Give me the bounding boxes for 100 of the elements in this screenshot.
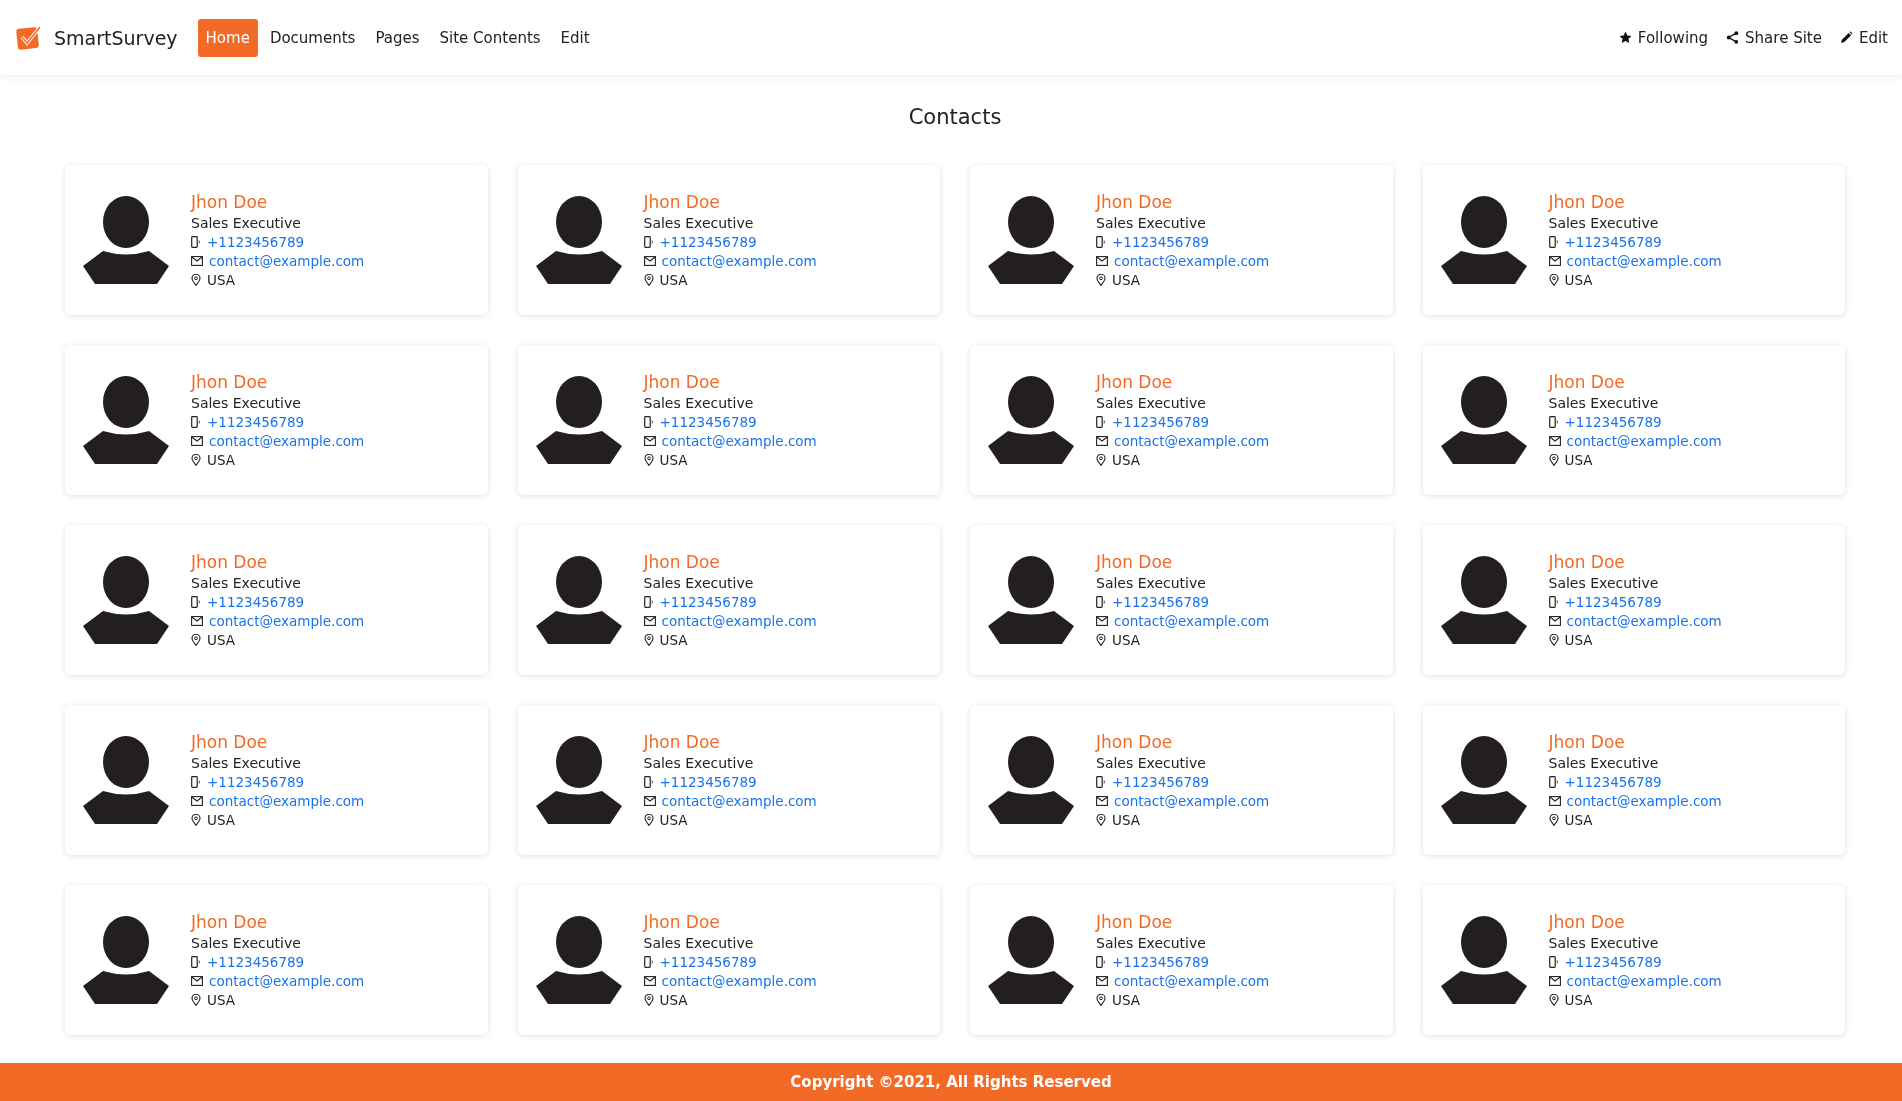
email-link[interactable]: contact@example.com <box>1566 253 1722 269</box>
contact-location: USA <box>1112 812 1140 828</box>
contact-name: Jhon Doe <box>191 372 269 392</box>
location-pin-icon <box>191 814 201 826</box>
mail-icon <box>1548 256 1561 266</box>
phone-icon <box>1548 236 1559 248</box>
location-pin-icon <box>191 454 201 466</box>
person-silhouette-icon <box>535 196 622 284</box>
contact-name: Jhon Doe <box>1548 192 1626 212</box>
email-link[interactable]: contact@example.com <box>209 793 365 809</box>
contact-name: Jhon Doe <box>1548 732 1626 752</box>
contact-role: Sales Executive <box>191 215 302 231</box>
phone-link[interactable]: +1123456789 <box>207 234 305 250</box>
contact-location: USA <box>207 812 235 828</box>
contact-location: USA <box>659 452 688 468</box>
phone-link[interactable]: +1123456789 <box>1564 774 1662 790</box>
logo-icon <box>16 24 44 51</box>
email-link[interactable]: contact@example.com <box>1114 433 1270 449</box>
nav-link[interactable]: Site Contents <box>431 18 549 57</box>
phone-link[interactable]: +1123456789 <box>1112 774 1210 790</box>
phone-link[interactable]: +1123456789 <box>1112 594 1210 610</box>
contact-location: USA <box>1564 992 1593 1008</box>
email-link[interactable]: contact@example.com <box>1566 973 1722 989</box>
phone-link[interactable]: +1123456789 <box>1564 954 1662 970</box>
contact-role: Sales Executive <box>643 575 755 591</box>
phone-link[interactable]: +1123456789 <box>1112 414 1210 430</box>
email-link[interactable]: contact@example.com <box>209 613 365 629</box>
phone-link[interactable]: +1123456789 <box>207 954 305 970</box>
header-action-link[interactable]: Share Site <box>1726 28 1822 47</box>
contact-location: USA <box>207 452 235 468</box>
location-pin-icon <box>191 994 201 1006</box>
phone-link[interactable]: +1123456789 <box>659 234 757 250</box>
email-link[interactable]: contact@example.com <box>661 253 817 269</box>
email-link[interactable]: contact@example.com <box>1566 613 1722 629</box>
person-silhouette-icon <box>535 556 622 644</box>
phone-link[interactable]: +1123456789 <box>659 954 757 970</box>
nav-link[interactable]: Home <box>197 18 258 57</box>
email-link[interactable]: contact@example.com <box>661 433 817 449</box>
header-action-link[interactable]: Edit <box>1839 28 1888 47</box>
person-silhouette-icon <box>988 736 1074 824</box>
contact-role: Sales Executive <box>1096 755 1207 771</box>
email-link[interactable]: contact@example.com <box>1566 433 1722 449</box>
person-silhouette-icon <box>83 556 169 644</box>
phone-link[interactable]: +1123456789 <box>1564 594 1662 610</box>
header-action-link[interactable]: Following <box>1618 28 1709 47</box>
contact-role: Sales Executive <box>1548 395 1660 411</box>
contact-name: Jhon Doe <box>1548 912 1626 932</box>
email-link[interactable]: contact@example.com <box>209 433 365 449</box>
contact-location: USA <box>207 632 235 648</box>
email-link[interactable]: contact@example.com <box>661 793 817 809</box>
phone-icon <box>643 776 654 788</box>
person-silhouette-icon <box>988 556 1074 644</box>
contact-name: Jhon Doe <box>643 732 721 752</box>
location-pin-icon <box>1096 274 1106 286</box>
phone-icon <box>643 416 654 428</box>
email-link[interactable]: contact@example.com <box>209 973 365 989</box>
contact-role: Sales Executive <box>643 935 755 951</box>
email-link[interactable]: contact@example.com <box>1114 793 1270 809</box>
phone-link[interactable]: +1123456789 <box>659 774 757 790</box>
contact-location: USA <box>1112 632 1140 648</box>
contact-location: USA <box>659 632 688 648</box>
contact-role: Sales Executive <box>1096 215 1207 231</box>
star-icon <box>1618 31 1632 44</box>
phone-link[interactable]: +1123456789 <box>1112 954 1210 970</box>
nav-link[interactable]: Edit <box>552 18 598 57</box>
location-pin-icon <box>643 454 654 466</box>
phone-link[interactable]: +1123456789 <box>207 414 305 430</box>
email-link[interactable]: contact@example.com <box>661 613 817 629</box>
person-silhouette-icon <box>988 916 1074 1004</box>
email-link[interactable]: contact@example.com <box>209 253 365 269</box>
phone-icon <box>1096 776 1106 788</box>
phone-link[interactable]: +1123456789 <box>659 594 757 610</box>
nav-link[interactable]: Documents <box>261 18 364 57</box>
location-pin-icon <box>1548 994 1559 1006</box>
phone-link[interactable]: +1123456789 <box>659 414 757 430</box>
mail-icon <box>1096 256 1108 266</box>
person-silhouette-icon <box>1440 916 1527 1004</box>
phone-link[interactable]: +1123456789 <box>1564 234 1662 250</box>
email-link[interactable]: contact@example.com <box>661 973 817 989</box>
contact-location: USA <box>1564 272 1593 288</box>
contact-name: Jhon Doe <box>191 192 269 212</box>
contact-location: USA <box>659 812 688 828</box>
mail-icon <box>643 256 656 266</box>
email-link[interactable]: contact@example.com <box>1566 793 1722 809</box>
share-icon <box>1726 31 1740 44</box>
contact-name: Jhon Doe <box>1096 732 1174 752</box>
copyright-footer: Copyright ©2021, All Rights Reserved <box>0 1063 1902 1101</box>
email-link[interactable]: contact@example.com <box>1114 973 1270 989</box>
contact-name: Jhon Doe <box>1096 552 1174 572</box>
phone-link[interactable]: +1123456789 <box>1564 414 1662 430</box>
phone-link[interactable]: +1123456789 <box>207 774 305 790</box>
phone-icon <box>191 776 201 788</box>
phone-link[interactable]: +1123456789 <box>1112 234 1210 250</box>
brand-name: SmartSurvey <box>54 26 178 49</box>
nav-link[interactable]: Pages <box>367 18 428 57</box>
email-link[interactable]: contact@example.com <box>1114 613 1270 629</box>
contact-location: USA <box>1112 272 1140 288</box>
mail-icon <box>1548 976 1561 986</box>
phone-link[interactable]: +1123456789 <box>207 594 305 610</box>
email-link[interactable]: contact@example.com <box>1114 253 1270 269</box>
